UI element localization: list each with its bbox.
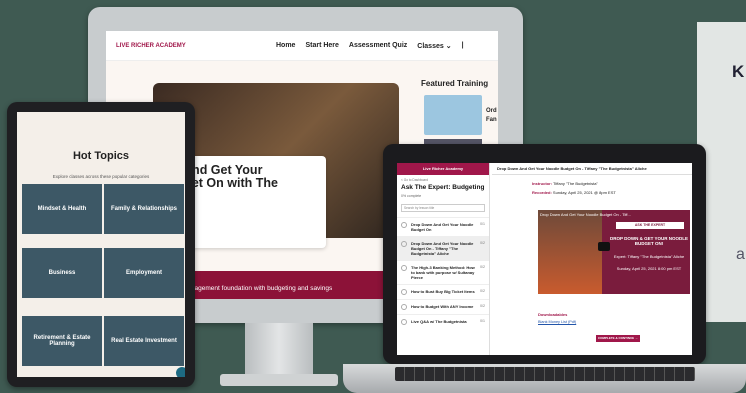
status-icon xyxy=(401,289,407,295)
back-to-dashboard-link[interactable]: < Go to Dashboard xyxy=(397,175,489,182)
site-logo[interactable]: LIVE RICHER ACADEMY xyxy=(116,43,266,49)
laptop-screen: Live Richer Academy < Go to Dashboard As… xyxy=(397,163,692,355)
course-title: Ask The Expert: Budgeting xyxy=(401,184,485,191)
lesson-count: 0/2 xyxy=(480,241,485,245)
nav-home[interactable]: Home xyxy=(276,42,295,49)
laptop-keyboard xyxy=(395,367,695,381)
nav-divider: | xyxy=(461,42,464,49)
video-thumbnail xyxy=(538,210,602,294)
lesson-count: 0/2 xyxy=(480,265,485,269)
laptop-device: Live Richer Academy < Go to Dashboard As… xyxy=(383,144,706,364)
lesson-count: 0/1 xyxy=(480,319,485,323)
video-player[interactable]: Drop Down And Get Your Noodle Budget On … xyxy=(538,210,690,294)
lesson-item[interactable]: Drop Down And Get Your Noodle Budget On 0… xyxy=(397,217,489,236)
recorded-line: Recorded: Sunday, April 25, 2021 @ 8pm E… xyxy=(492,188,692,197)
lesson-title: Live Q&A w/ The Budgetnista xyxy=(411,319,467,324)
lesson-count: 0/1 xyxy=(480,222,485,226)
recorded-label: Recorded: xyxy=(532,190,552,195)
downloadables-heading: Downloadables xyxy=(538,312,568,317)
status-icon xyxy=(401,304,407,310)
topic-tile-business[interactable]: Business xyxy=(22,248,102,298)
tablet-screen: Hot Topics Explore classes across these … xyxy=(17,112,185,377)
sidebar-header: Live Richer Academy xyxy=(397,163,489,175)
status-icon xyxy=(401,319,407,325)
lesson-count: 0/2 xyxy=(480,289,485,293)
lesson-item[interactable]: How to Budget With ANY Income 0/2 xyxy=(397,299,489,314)
recorded-value: Sunday, April 25, 2021 @ 8pm EST xyxy=(552,190,616,195)
lesson-item[interactable]: The High-3 Banking Method: How to bank w… xyxy=(397,260,489,284)
lesson-item[interactable]: How to Bust Buy Big Ticket Items 0/2 xyxy=(397,284,489,299)
top-nav: LIVE RICHER ACADEMY Home Start Here Asse… xyxy=(106,31,498,61)
nav-assessment-quiz[interactable]: Assessment Quiz xyxy=(349,42,407,49)
lesson-item-active[interactable]: Drop Down And Get Your Noodle Budget On … xyxy=(397,236,489,260)
chat-icon[interactable] xyxy=(176,367,185,377)
video-title: Drop Down And Get Your Noodle Budget On … xyxy=(540,212,631,217)
video-headline: DROP DOWN & GET YOUR NOODLE BUDGET ON! xyxy=(609,236,689,246)
lesson-count: 0/2 xyxy=(480,304,485,308)
topic-tile-employment[interactable]: Employment xyxy=(104,248,184,298)
featured-thumbnail[interactable] xyxy=(424,95,482,135)
hot-topics-subtitle: Explore classes across these popular cat… xyxy=(52,174,150,179)
lesson-item[interactable]: Live Q&A w/ The Budgetnista 0/1 xyxy=(397,314,489,329)
monitor-stand xyxy=(245,323,313,378)
instructor-value: Tiffany "The Budgetnista" xyxy=(553,181,598,186)
topic-tile-family[interactable]: Family & Relationships xyxy=(104,184,184,234)
hot-topics-title: Hot Topics xyxy=(72,150,129,162)
lesson-title: How to Budget With ANY Income xyxy=(411,304,474,309)
complete-continue-button[interactable]: COMPLETE & CONTINUE → xyxy=(596,335,640,342)
lesson-title: Drop Down And Get Your Noodle Budget On xyxy=(411,222,474,232)
nav-start-here[interactable]: Start Here xyxy=(305,42,338,49)
monitor-base xyxy=(220,374,338,386)
instructor-label: Instructor: xyxy=(532,181,552,186)
status-icon xyxy=(401,241,407,247)
instructor-line: Instructor: Tiffany "The Budgetnista" xyxy=(492,179,692,188)
lesson-search-input[interactable]: Search by lesson title xyxy=(401,204,485,212)
lesson-title: How to Bust Buy Big Ticket Items xyxy=(411,289,475,294)
tablet-device: Hot Topics Explore classes across these … xyxy=(7,102,195,387)
lesson-header: Drop Down And Get Your Noodle Budget On … xyxy=(492,163,692,175)
lesson-content: Drop Down And Get Your Noodle Budget On … xyxy=(492,163,692,355)
download-link[interactable]: Blank Money List (Pdf) xyxy=(538,320,576,324)
topic-tile-retirement[interactable]: Retirement & Estate Planning xyxy=(22,316,102,366)
status-icon xyxy=(401,222,407,228)
ask-expert-badge: ASK THE EXPERT xyxy=(616,222,684,229)
lesson-title: The High-3 Banking Method: How to bank w… xyxy=(411,265,475,280)
video-expert: Expert: Tiffany "The Budgetnista" Aliche xyxy=(613,254,685,259)
topic-tile-real-estate[interactable]: Real Estate Investment xyxy=(104,316,184,366)
status-icon xyxy=(401,265,407,271)
background-text: a xyxy=(736,246,745,263)
nav-classes[interactable]: Classes ⌄ xyxy=(417,42,451,50)
course-progress: 0% complete xyxy=(401,194,422,198)
featured-item-text[interactable]: Ord Fan xyxy=(486,107,497,125)
topic-tile-mindset[interactable]: Mindset & Health xyxy=(22,184,102,234)
video-date: Sunday, April 25, 2021 8:00 pm EST xyxy=(616,266,682,271)
background-text: K xyxy=(732,62,745,81)
course-sidebar: Live Richer Academy < Go to Dashboard As… xyxy=(397,163,490,355)
lesson-title: Drop Down And Get Your Noodle Budget On … xyxy=(411,241,474,256)
featured-training-heading: Featured Training xyxy=(421,79,489,88)
